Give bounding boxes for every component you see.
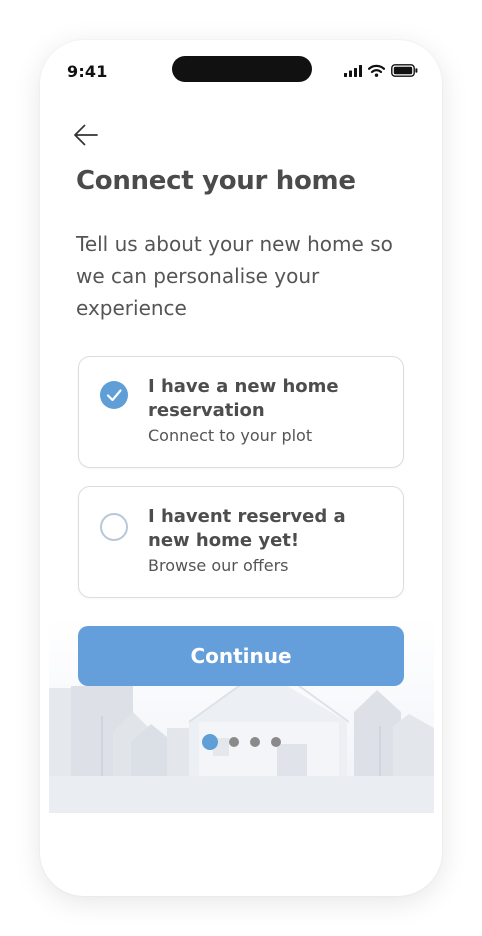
status-time: 9:41 bbox=[67, 62, 108, 81]
dynamic-island bbox=[172, 56, 312, 82]
option-title: I havent reserved a new home yet! bbox=[148, 506, 346, 551]
check-icon bbox=[106, 389, 122, 402]
option-card-reservation[interactable]: I have a new home reservation Connect to… bbox=[78, 356, 404, 468]
page-subtitle: Tell us about your new home so we can pe… bbox=[76, 232, 393, 320]
radio-unselected[interactable] bbox=[100, 513, 128, 541]
page-title: Connect your home bbox=[76, 166, 356, 196]
option-card-browse[interactable]: I havent reserved a new home yet! Browse… bbox=[78, 486, 404, 598]
pagination-dot-active[interactable] bbox=[202, 734, 218, 750]
pagination-dot[interactable] bbox=[250, 737, 260, 747]
pagination-dot[interactable] bbox=[271, 737, 281, 747]
cellular-signal-icon bbox=[344, 64, 362, 77]
option-title: I have a new home reservation bbox=[148, 376, 339, 421]
continue-button[interactable]: Continue bbox=[78, 626, 404, 686]
status-icons bbox=[344, 64, 418, 77]
phone-frame: 9:41 Connect your home Tell us about you… bbox=[40, 40, 442, 896]
pagination-dot[interactable] bbox=[229, 737, 239, 747]
wifi-icon bbox=[368, 64, 385, 77]
arrow-left-icon bbox=[74, 124, 98, 146]
radio-selected[interactable] bbox=[100, 381, 128, 409]
back-button[interactable] bbox=[72, 122, 100, 148]
battery-icon bbox=[391, 64, 418, 77]
pagination-dots bbox=[202, 734, 281, 750]
option-subtitle: Browse our offers bbox=[148, 556, 289, 575]
option-subtitle: Connect to your plot bbox=[148, 426, 313, 445]
